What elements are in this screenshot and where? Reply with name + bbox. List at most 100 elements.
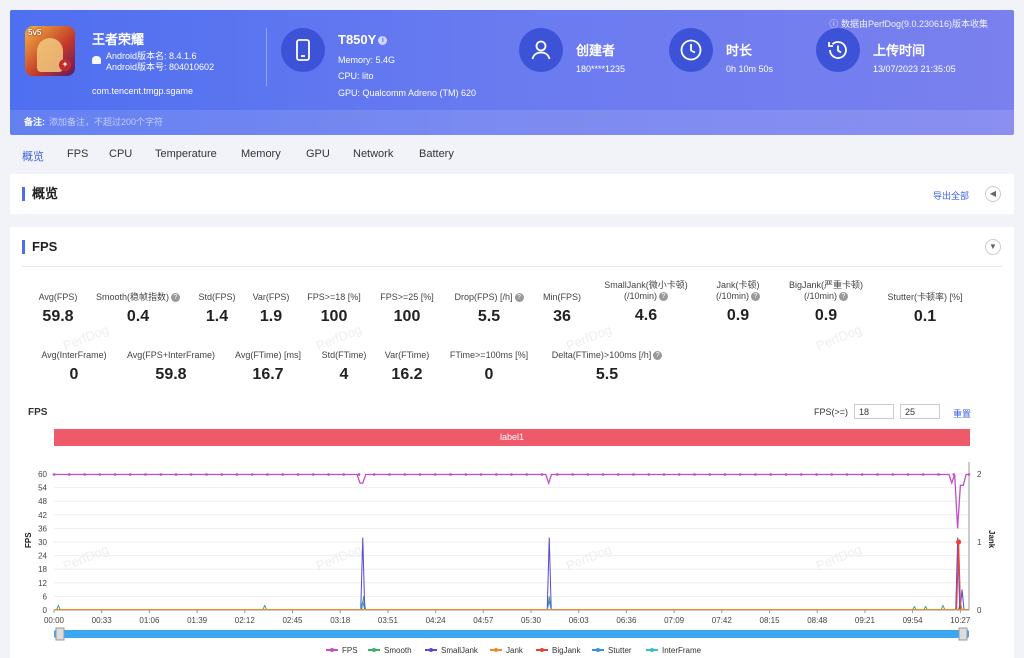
fps-point <box>677 473 681 476</box>
fps-point <box>220 473 224 476</box>
fps-point <box>784 473 788 476</box>
fps-point <box>769 473 773 476</box>
x-tick-label: 01:39 <box>187 616 208 625</box>
help-icon[interactable]: ? <box>514 293 524 303</box>
fps-point <box>296 473 300 476</box>
tab-temperature[interactable]: Temperature <box>155 148 217 160</box>
x-tick-label: 08:48 <box>807 616 828 625</box>
tab-gpu[interactable]: GPU <box>306 148 330 160</box>
fps-point <box>738 473 742 476</box>
legend-swatch-dot <box>330 648 334 652</box>
tab-cpu[interactable]: CPU <box>109 148 132 160</box>
fps-point <box>754 473 757 476</box>
fps-point <box>830 473 834 476</box>
label-bar[interactable]: label1 <box>54 429 970 446</box>
collapse-down-icon[interactable]: ▼ <box>985 239 1001 255</box>
export-all-link[interactable]: 导出全部 <box>933 189 969 202</box>
fps-point <box>67 473 71 476</box>
help-icon[interactable]: ? <box>171 293 180 303</box>
stat-smooth: Smooth(稳帧指数)? 0.4 <box>92 292 184 326</box>
help-icon[interactable]: ? <box>839 292 848 302</box>
tab-memory[interactable]: Memory <box>241 148 281 160</box>
zoom-handle-right <box>958 627 968 641</box>
fps-point <box>510 473 513 476</box>
fps-point <box>693 473 696 476</box>
x-tick-label: 07:42 <box>712 616 733 625</box>
fps-point <box>357 473 361 476</box>
fps-point <box>372 473 376 476</box>
threshold-input-2[interactable] <box>900 404 940 419</box>
marker-bigjank <box>956 539 962 545</box>
overview-title: 概览 <box>22 187 58 201</box>
fps-point <box>799 473 803 476</box>
y-tick-label: 54 <box>38 484 47 493</box>
device-cpu: CPU: lito <box>338 71 374 81</box>
user-icon <box>519 28 563 72</box>
fps-point <box>708 473 712 476</box>
x-tick-label: 00:00 <box>44 616 65 625</box>
threshold-input-1[interactable] <box>854 404 894 419</box>
fps-point <box>555 473 559 476</box>
fps-point <box>418 473 422 476</box>
x-tick-label: 06:36 <box>616 616 637 625</box>
fps-point <box>906 473 910 476</box>
help-icon[interactable]: ? <box>659 292 668 302</box>
app-package: com.tencent.tmgp.sgame <box>92 86 194 96</box>
x-tick-label: 03:51 <box>378 616 399 625</box>
fps-point <box>723 473 727 476</box>
stat-ftime-100: FTime>=100ms [%] 0 <box>449 350 529 383</box>
report-header: ⓘ 数据由PerfDog(9.0.230616)版本收集 5v5 ✦ 王者荣耀 … <box>10 10 1014 135</box>
y-tick-label: 24 <box>38 552 47 561</box>
overview-panel: 概览 导出全部 ◀ <box>10 174 1014 214</box>
upload-value: 13/07/2023 21:35:05 <box>873 64 956 74</box>
app-icon: 5v5 ✦ <box>25 26 75 76</box>
stat-avg-fps: Avg(FPS) 59.8 <box>38 292 78 325</box>
fps-point <box>189 473 193 476</box>
stat-fps-25: FPS>=25 [%] 100 <box>380 292 434 325</box>
info-icon[interactable]: i <box>378 36 388 46</box>
fps-point <box>388 473 391 476</box>
device-memory: Memory: 5.4G <box>338 55 396 65</box>
y-tick-label: 6 <box>43 592 48 601</box>
legend-swatch-dot <box>429 648 433 652</box>
creator-value: 180****1235 <box>576 64 626 74</box>
reset-button[interactable]: 重置 <box>953 407 971 420</box>
fps-point <box>235 473 239 476</box>
y2-tick-label: 2 <box>977 470 982 479</box>
x-tick-label: 02:45 <box>282 616 303 625</box>
help-icon[interactable]: ? <box>653 351 663 361</box>
stat-drop-fps: Drop(FPS) [/h]? 5.5 <box>448 292 530 326</box>
fps-point <box>205 473 208 476</box>
legend-label: InterFrame <box>662 646 702 655</box>
x-tick-label: 01:06 <box>139 616 160 625</box>
tab-fps[interactable]: FPS <box>67 148 88 160</box>
help-icon[interactable]: ? <box>751 292 760 302</box>
fps-point <box>494 473 498 476</box>
legend-swatch-dot <box>650 648 654 652</box>
remark-field[interactable]: 备注: 添加备注，不超过200个字符 <box>10 110 1014 135</box>
fps-point <box>662 473 666 476</box>
collection-note: ⓘ 数据由PerfDog(9.0.230616)版本收集 <box>829 19 988 29</box>
stat-avg-interframe: Avg(InterFrame) 0 <box>41 350 107 383</box>
fps-panel-title: FPS <box>22 240 57 254</box>
y-tick-label: 60 <box>38 470 47 479</box>
stat-delta-ftime: Delta(FTime)>100ms [/h]? 5.5 <box>546 350 668 384</box>
x-tick-label: 04:57 <box>473 616 494 625</box>
tab-network[interactable]: Network <box>353 148 393 160</box>
remark-placeholder[interactable]: 添加备注，不超过200个字符 <box>49 117 163 127</box>
zoom-handle-left <box>55 627 65 641</box>
fps-point <box>250 473 254 476</box>
fps-point <box>967 473 971 476</box>
tab-battery[interactable]: Battery <box>419 148 454 160</box>
collapse-left-icon[interactable]: ◀ <box>985 186 1001 202</box>
tab-overview[interactable]: 概览 <box>22 148 44 164</box>
stat-big-jank: BigJank(严重卡顿) (/10min)? 0.9 <box>788 280 863 324</box>
stat-jank: Jank(卡顿) (/10min)? 0.9 <box>715 280 760 324</box>
legend-label: FPS <box>342 646 358 655</box>
legend-swatch-dot <box>372 648 376 652</box>
y2-tick-label: 1 <box>977 538 982 547</box>
fps-point <box>876 473 879 476</box>
legend-swatch-dot <box>596 648 600 652</box>
fps-point <box>266 473 269 476</box>
y-tick-label: 12 <box>38 579 47 588</box>
